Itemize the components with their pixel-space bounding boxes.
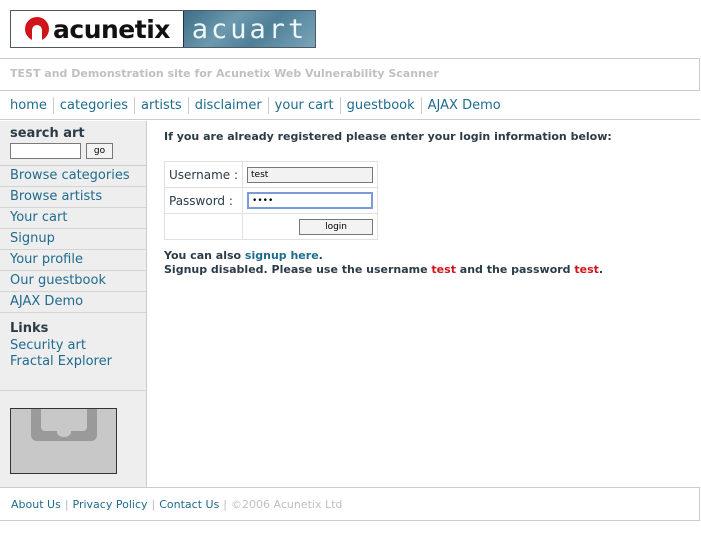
link-security-art[interactable]: Security art [10, 338, 136, 354]
sidebar-item-ajax-demo[interactable]: AJAX Demo [0, 292, 146, 313]
disabled-prefix: Signup disabled. Please use the username [164, 263, 428, 276]
links-box: Links Security art Fractal Explorer [0, 313, 146, 391]
login-button[interactable]: login [299, 219, 374, 235]
signup-suffix: . [318, 249, 323, 262]
footer: About Us | Privacy Policy | Contact Us |… [0, 487, 700, 521]
signup-disabled-line: Signup disabled. Please use the username… [164, 263, 684, 277]
site-logo[interactable]: acunetix acuart [10, 10, 316, 48]
search-input[interactable] [10, 143, 81, 159]
signup-prefix: You can also [164, 249, 242, 262]
nav-guestbook[interactable]: guestbook [341, 97, 422, 114]
signup-info: You can also signup here. Signup disable… [164, 249, 684, 277]
nav-artists[interactable]: artists [135, 97, 189, 114]
search-row: go [10, 143, 136, 159]
go-button[interactable]: go [86, 143, 113, 159]
nav-your-cart[interactable]: your cart [269, 97, 341, 114]
sidebar-item-our-guestbook[interactable]: Our guestbook [0, 271, 146, 292]
login-button-row: login [163, 213, 379, 240]
link-fractal-explorer[interactable]: Fractal Explorer [10, 354, 136, 370]
signup-line: You can also signup here. [164, 249, 684, 263]
disabled-middle: and the password [459, 263, 571, 276]
test-username-value: test [431, 263, 456, 276]
username-label: Username : [163, 161, 244, 188]
links-title: Links [10, 321, 49, 336]
login-form: Username : Password : login [163, 161, 379, 240]
footer-separator: | [64, 497, 69, 511]
nav-categories[interactable]: categories [54, 97, 136, 114]
site-subtitle: TEST and Demonstration site for Acunetix… [0, 58, 700, 91]
login-button-cell: login [242, 213, 379, 240]
username-row: Username : [163, 161, 379, 188]
sidebar-image[interactable] [10, 408, 117, 474]
empty-cell [163, 213, 244, 240]
search-art-title: search art [10, 126, 85, 141]
test-password-value: test [574, 263, 599, 276]
password-input[interactable] [247, 192, 374, 210]
acunetix-mark-icon [25, 17, 49, 41]
disabled-suffix: . [598, 263, 604, 276]
sidebar-item-your-cart[interactable]: Your cart [0, 208, 146, 229]
nav-ajax-demo[interactable]: AJAX Demo [422, 97, 507, 114]
search-art-box: search art go [0, 121, 146, 166]
signup-here-link[interactable]: signup here [245, 249, 319, 262]
password-row: Password : [163, 187, 379, 214]
username-input[interactable] [247, 167, 374, 183]
logo-product-text: acuart [191, 13, 308, 45]
main-content: If you are already registered please ent… [163, 130, 684, 277]
acunetix-logo: acunetix [11, 11, 183, 47]
footer-contact-us[interactable]: Contact Us [159, 498, 219, 511]
logo-brand-text: acunetix [53, 14, 170, 44]
password-cell [242, 187, 379, 214]
top-navigation: home categories artists disclaimer your … [0, 92, 700, 120]
nav-disclaimer[interactable]: disclaimer [189, 97, 269, 114]
sidebar-item-browse-categories[interactable]: Browse categories [0, 166, 146, 187]
footer-separator: | [223, 497, 228, 511]
footer-separator: | [151, 497, 156, 511]
sidebar-item-signup[interactable]: Signup [0, 229, 146, 250]
footer-about-us[interactable]: About Us [11, 498, 61, 511]
footer-privacy-policy[interactable]: Privacy Policy [73, 498, 148, 511]
nav-home[interactable]: home [4, 97, 54, 114]
puzzle-icon [31, 409, 97, 441]
login-intro-text: If you are already registered please ent… [164, 130, 612, 143]
username-cell [242, 161, 379, 188]
acuart-banner: acuart [183, 11, 315, 47]
password-label: Password : [163, 187, 244, 214]
sidebar-item-browse-artists[interactable]: Browse artists [0, 187, 146, 208]
sidebar-item-your-profile[interactable]: Your profile [0, 250, 146, 271]
sidebar: search art go Browse categories Browse a… [0, 121, 147, 487]
footer-copyright: ©2006 Acunetix Ltd [231, 497, 343, 511]
